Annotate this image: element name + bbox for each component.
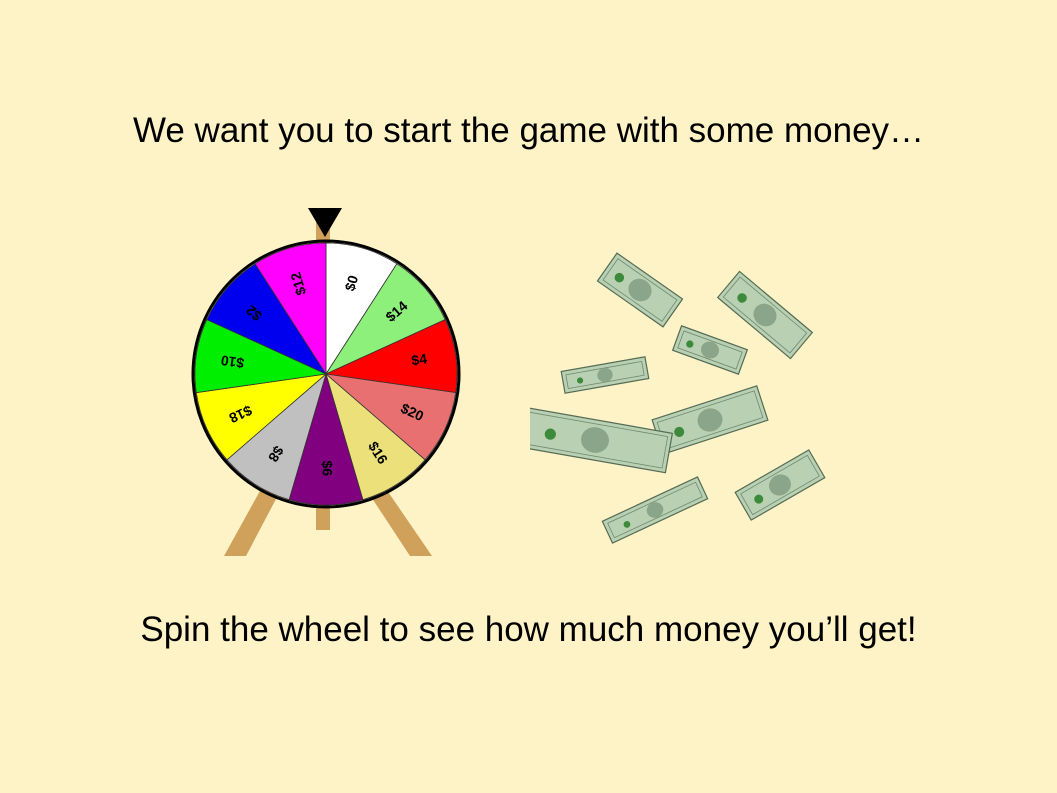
wheel-segment-label: $6 (319, 461, 335, 477)
dollar-bill (734, 449, 826, 521)
triangle-down-icon (308, 208, 342, 237)
slide-instruction: Spin the wheel to see how much money you… (140, 610, 917, 649)
dollar-bill (601, 476, 709, 544)
wheel-segment-label: $4 (410, 350, 428, 368)
prize-wheel[interactable]: $0$14$4$20$16$6$8$18$10$2$12 (180, 200, 480, 560)
slide-heading: We want you to start the game with some … (132, 111, 925, 150)
dollar-bill (596, 252, 684, 328)
dollar-bill (560, 356, 650, 394)
dollar-bill (671, 325, 749, 375)
dollar-bills-icon (530, 252, 826, 544)
dollar-bill (530, 406, 674, 474)
wheel-segments: $0$14$4$20$16$6$8$18$10$2$12 (194, 242, 458, 506)
wheel-segment-label: $10 (220, 352, 246, 371)
